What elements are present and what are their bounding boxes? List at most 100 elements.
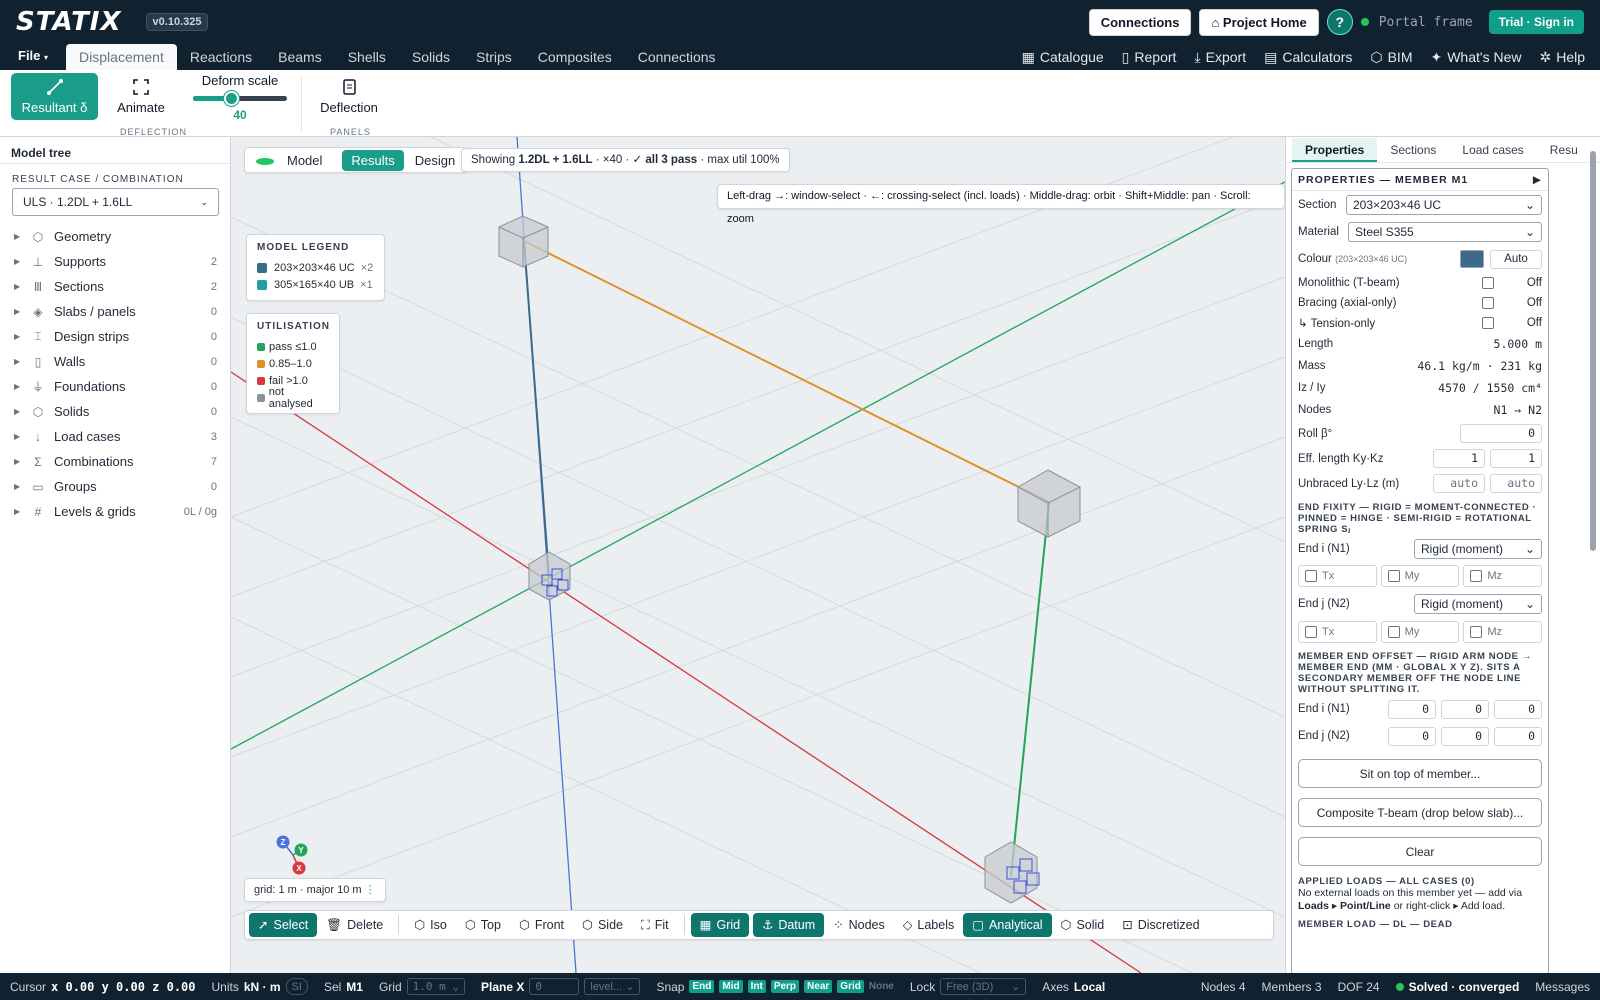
tree-item-load-cases[interactable]: ▶ ↓ Load cases 3 [0, 424, 230, 449]
unbraced-y-input[interactable]: auto [1433, 474, 1485, 493]
tree-item-levels-grids[interactable]: ▶ # Levels & grids 0L / 0g [0, 499, 230, 524]
tab-results[interactable]: Resu [1537, 138, 1591, 162]
expand-arrow-icon[interactable]: ▶ [14, 432, 28, 441]
panel-scrollbar[interactable] [1589, 141, 1597, 971]
model-canvas[interactable] [231, 137, 1285, 973]
bracing-checkbox[interactable] [1482, 297, 1494, 309]
tension-checkbox[interactable] [1482, 317, 1494, 329]
tree-item-slabs[interactable]: ▶ ◈ Slabs / panels 0 [0, 299, 230, 324]
checkbox[interactable] [1387, 570, 1400, 582]
checkbox[interactable] [1470, 570, 1483, 582]
checkbox[interactable] [1470, 626, 1483, 638]
material-select[interactable]: Steel S355 ⌄ [1348, 221, 1542, 242]
node-cube-n2[interactable] [498, 215, 549, 268]
deform-scale-slider[interactable] [193, 91, 287, 106]
support-node-n1[interactable] [528, 551, 571, 601]
offset-j-z-input[interactable]: 0 [1494, 726, 1542, 746]
datum-toggle[interactable]: ⚓ Datum [753, 913, 825, 937]
member-beam-m2[interactable] [523, 240, 1050, 503]
labels-toggle[interactable]: ◇ Labels [894, 913, 963, 937]
catalogue-menu[interactable]: ▦ Catalogue [1013, 44, 1113, 70]
tab-beams[interactable]: Beams [265, 44, 335, 70]
file-menu[interactable]: File ▾ [0, 44, 66, 70]
tree-item-foundations[interactable]: ▶ ⏚ Foundations 0 [0, 374, 230, 399]
project-home-button[interactable]: ⌂ Project Home [1199, 8, 1319, 36]
whats-new-menu[interactable]: ✦ What's New [1421, 44, 1530, 70]
offset-i-z-input[interactable]: 0 [1494, 699, 1542, 719]
checkbox[interactable] [1305, 626, 1317, 638]
expand-arrow-icon[interactable]: ▶ [14, 407, 28, 416]
tab-composites[interactable]: Composites [525, 44, 625, 70]
project-name[interactable]: Portal frame [1377, 15, 1481, 30]
end-j-select[interactable]: Rigid (moment) ⌄ [1414, 594, 1542, 614]
calculators-menu[interactable]: ▤ Calculators [1255, 44, 1361, 70]
tab-load-cases[interactable]: Load cases [1449, 138, 1536, 162]
snap-grid[interactable]: Grid [837, 980, 864, 993]
unbraced-z-input[interactable]: auto [1490, 474, 1542, 493]
offset-i-y-input[interactable]: 0 [1441, 699, 1489, 719]
view-iso-button[interactable]: ⬡ Iso [405, 913, 456, 937]
expand-arrow-icon[interactable]: ▶ [14, 332, 28, 341]
tree-item-solids[interactable]: ▶ ⬡ Solids 0 [0, 399, 230, 424]
tab-reactions[interactable]: Reactions [177, 44, 265, 70]
view-side-button[interactable]: ⬡ Side [573, 913, 632, 937]
mode-model[interactable]: Model [247, 150, 340, 171]
snap-mid[interactable]: Mid [719, 980, 743, 993]
result-case-select[interactable]: ULS · 1.2DL + 1.6LL ⌄ [12, 188, 219, 216]
release-mz-j[interactable]: Mz [1463, 621, 1543, 643]
section-select[interactable]: 203×203×46 UC ⌄ [1346, 194, 1542, 215]
monolithic-checkbox[interactable] [1482, 277, 1494, 289]
tree-item-groups[interactable]: ▶ ▭ Groups 0 [0, 474, 230, 499]
expand-arrow-icon[interactable]: ▶ [14, 257, 28, 266]
export-menu[interactable]: ⤓ Export [1185, 44, 1255, 70]
tree-item-combinations[interactable]: ▶ Σ Combinations 7 [0, 449, 230, 474]
axes-gizmo[interactable]: Z Y X [271, 830, 321, 880]
support-node-n4[interactable] [984, 841, 1040, 904]
help-menu[interactable]: ✲ Help [1530, 44, 1594, 70]
composite-t-beam-button[interactable]: Composite T-beam (drop below slab)... [1298, 798, 1542, 827]
offset-j-x-input[interactable]: 0 [1388, 726, 1436, 746]
fit-button[interactable]: ⛶ Fit [632, 913, 678, 937]
tree-item-geometry[interactable]: ▶ ⬡ Geometry [0, 224, 230, 249]
tab-solids[interactable]: Solids [399, 44, 463, 70]
resultant-button[interactable]: Resultant δ [11, 73, 98, 120]
animate-button[interactable]: Animate [108, 73, 174, 120]
end-i-select[interactable]: Rigid (moment) ⌄ [1414, 539, 1542, 559]
nodes-toggle[interactable]: ⁘ Nodes [824, 913, 894, 937]
analytical-toggle[interactable]: ▢ Analytical [963, 913, 1052, 937]
view-front-button[interactable]: ⬡ Front [510, 913, 573, 937]
discretized-toggle[interactable]: ⊡ Discretized [1113, 913, 1208, 937]
lock-select[interactable]: Free (3D) ⌄ [940, 978, 1027, 995]
expand-arrow-icon[interactable]: ▶ [14, 307, 28, 316]
expand-arrow-icon[interactable]: ▶ [14, 382, 28, 391]
scrollbar-thumb[interactable] [1590, 151, 1596, 551]
mode-design[interactable]: Design [406, 150, 464, 171]
units-system-toggle[interactable]: SI [285, 978, 308, 995]
messages-button[interactable]: Messages [1535, 980, 1590, 994]
slider-handle[interactable] [223, 91, 239, 106]
tab-displacement[interactable]: Displacement [66, 44, 177, 70]
connections-button[interactable]: Connections [1088, 8, 1192, 36]
snap-int[interactable]: Int [747, 980, 766, 993]
expand-arrow-icon[interactable]: ▶ [14, 357, 28, 366]
colour-auto-button[interactable]: Auto [1490, 249, 1542, 269]
view-top-button[interactable]: ⬡ Top [456, 913, 510, 937]
clear-button[interactable]: Clear [1298, 837, 1542, 866]
solid-toggle[interactable]: ⬡ Solid [1052, 913, 1114, 937]
node-cube-n3[interactable] [1017, 469, 1081, 538]
eff-length-y-input[interactable]: 1 [1433, 449, 1485, 468]
level-select[interactable]: level... ⌄ [584, 978, 641, 995]
release-my-j[interactable]: My [1380, 621, 1460, 643]
collapse-arrow-icon[interactable]: ▶ [1533, 169, 1542, 190]
help-button[interactable]: ? [1326, 9, 1353, 35]
release-tx-j[interactable]: Tx [1298, 621, 1377, 643]
tree-item-design-strips[interactable]: ▶ ⌶ Design strips 0 [0, 324, 230, 349]
expand-arrow-icon[interactable]: ▶ [14, 457, 28, 466]
offset-j-y-input[interactable]: 0 [1441, 726, 1489, 746]
snap-end[interactable]: End [689, 980, 715, 993]
tab-sections[interactable]: Sections [1377, 138, 1449, 162]
deflection-button[interactable]: Deflection [313, 73, 385, 120]
checkbox[interactable] [1387, 626, 1400, 638]
expand-arrow-icon[interactable]: ▶ [14, 507, 28, 516]
select-tool[interactable]: ➚ Select [249, 913, 318, 937]
